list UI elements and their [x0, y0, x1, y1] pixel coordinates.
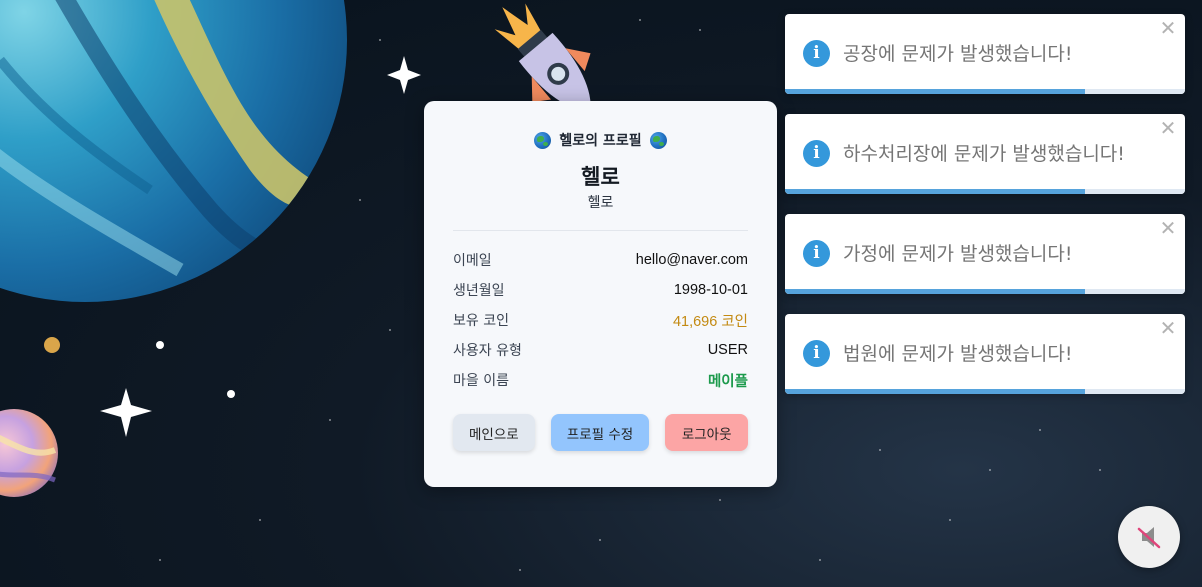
- profile-card: 헬로의 프로필 헬로 헬로 이메일 hello@naver.com 생년월일 1…: [424, 101, 777, 487]
- info-row-village: 마을 이름 메이플: [453, 365, 748, 395]
- profile-actions: 메인으로 프로필 수정 로그아웃: [453, 414, 748, 451]
- info-value-village: 메이플: [707, 373, 748, 390]
- info-label: 마을 이름: [453, 373, 509, 389]
- info-value-birthdate: 1998-10-01: [673, 282, 748, 298]
- sound-toggle-button[interactable]: [1118, 506, 1180, 568]
- toast-notification[interactable]: i 법원에 문제가 발생했습니다! ✕: [785, 314, 1185, 394]
- info-value-user-type: USER: [707, 342, 748, 358]
- globe-icon: [534, 131, 552, 149]
- info-icon: i: [803, 340, 830, 367]
- profile-heading-text: 헬로의 프로필: [559, 133, 642, 149]
- profile-info-list: 이메일 hello@naver.com 생년월일 1998-10-01 보유 코…: [453, 245, 748, 395]
- toast-progress-bar: [785, 189, 1085, 194]
- profile-name: 헬로: [581, 165, 620, 189]
- toast-message: 법원에 문제가 발생했습니다!: [843, 343, 1073, 365]
- toast-message: 가정에 문제가 발생했습니다!: [843, 243, 1073, 265]
- main-page-button[interactable]: 메인으로: [453, 414, 535, 451]
- info-row-coins: 보유 코인 41,696 코인: [453, 305, 748, 335]
- profile-nickname: 헬로: [587, 195, 614, 211]
- edit-profile-button[interactable]: 프로필 수정: [550, 414, 650, 451]
- globe-icon: [649, 131, 667, 149]
- toast-message: 공장에 문제가 발생했습니다!: [843, 43, 1073, 65]
- info-row-email: 이메일 hello@naver.com: [453, 245, 748, 275]
- toast-progress-bar: [785, 89, 1085, 94]
- info-label: 사용자 유형: [453, 343, 522, 359]
- close-icon[interactable]: ✕: [1159, 118, 1177, 138]
- info-label: 보유 코인: [453, 313, 509, 329]
- info-icon: i: [803, 40, 830, 67]
- info-value-email: hello@naver.com: [635, 252, 748, 268]
- toast-notification[interactable]: i 가정에 문제가 발생했습니다! ✕: [785, 214, 1185, 294]
- toast-progress-track: [785, 389, 1185, 394]
- logout-button[interactable]: 로그아웃: [665, 414, 748, 451]
- toast-message: 하수처리장에 문제가 발생했습니다!: [843, 143, 1125, 165]
- toast-progress-track: [785, 289, 1185, 294]
- toast-progress-bar: [785, 389, 1085, 394]
- divider: [453, 230, 748, 231]
- info-value-coins: 41,696 코인: [672, 313, 748, 330]
- profile-heading: 헬로의 프로필: [453, 129, 748, 151]
- info-row-birthdate: 생년월일 1998-10-01: [453, 275, 748, 305]
- close-icon[interactable]: ✕: [1159, 218, 1177, 238]
- close-icon[interactable]: ✕: [1159, 318, 1177, 338]
- toast-progress-bar: [785, 289, 1085, 294]
- info-icon: i: [803, 140, 830, 167]
- toast-notification[interactable]: i 공장에 문제가 발생했습니다! ✕: [785, 14, 1185, 94]
- toast-notification[interactable]: i 하수처리장에 문제가 발생했습니다! ✕: [785, 114, 1185, 194]
- toast-progress-track: [785, 89, 1185, 94]
- speaker-muted-icon: [1137, 527, 1161, 549]
- toast-progress-track: [785, 189, 1185, 194]
- info-label: 생년월일: [453, 283, 505, 299]
- close-icon[interactable]: ✕: [1159, 18, 1177, 38]
- info-label: 이메일: [453, 253, 492, 269]
- info-row-user-type: 사용자 유형 USER: [453, 335, 748, 365]
- info-icon: i: [803, 240, 830, 267]
